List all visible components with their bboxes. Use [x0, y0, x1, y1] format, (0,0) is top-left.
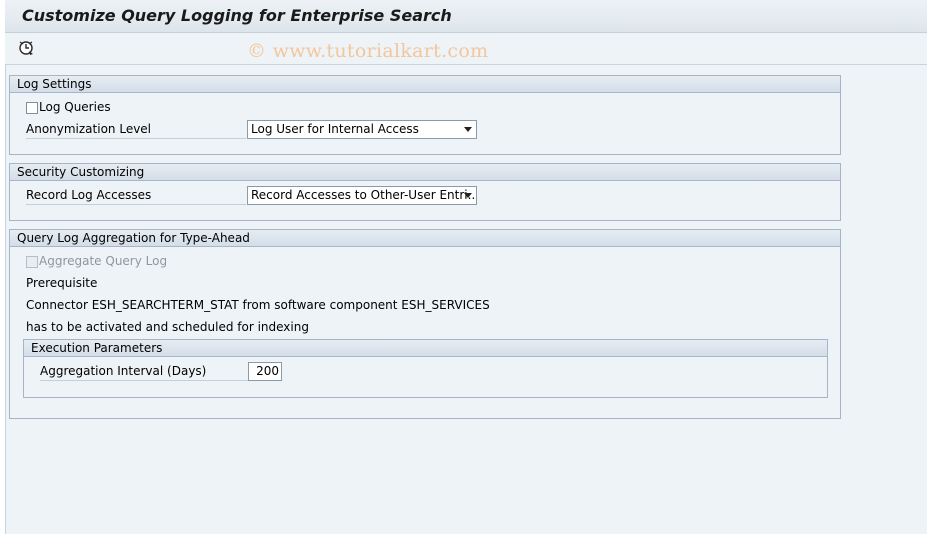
log-queries-label: Log Queries [39, 100, 111, 114]
chevron-down-icon [464, 193, 472, 198]
watermark: © www.tutorialkart.com [247, 40, 489, 62]
aggregate-query-log-label: Aggregate Query Log [39, 254, 168, 268]
aggregation-interval-input[interactable]: 200 [248, 362, 282, 381]
query-log-aggregation-header: Query Log Aggregation for Type-Ahead [10, 230, 840, 247]
log-settings-group: Log Settings Log Queries Anonymization L… [9, 75, 841, 155]
anonymization-level-dropdown[interactable]: Log User for Internal Access [247, 120, 477, 139]
chevron-down-icon [464, 127, 472, 132]
anonymization-level-label: Anonymization Level [26, 122, 246, 139]
aggregation-interval-label: Aggregation Interval (Days) [40, 364, 248, 381]
record-log-accesses-label: Record Log Accesses [26, 188, 246, 205]
execution-parameters-header: Execution Parameters [24, 340, 827, 357]
execute-clock-icon[interactable] [17, 39, 35, 57]
execution-parameters-group: Execution Parameters Aggregation Interva… [23, 339, 828, 398]
connector-text: Connector ESH_SEARCHTERM_STAT from softw… [26, 298, 490, 312]
security-customizing-group: Security Customizing Record Log Accesses… [9, 163, 841, 221]
prerequisite-text: Prerequisite [26, 276, 98, 290]
record-log-accesses-value: Record Accesses to Other-User Entri... [251, 188, 477, 202]
activation-text: has to be activated and scheduled for in… [26, 320, 309, 334]
anonymization-level-value: Log User for Internal Access [251, 122, 419, 136]
title-bar: Customize Query Logging for Enterprise S… [5, 0, 927, 33]
query-log-aggregation-group: Query Log Aggregation for Type-Ahead Agg… [9, 229, 841, 419]
log-settings-header: Log Settings [10, 76, 840, 93]
aggregate-query-log-checkbox [26, 256, 38, 268]
log-queries-checkbox[interactable] [26, 102, 38, 114]
record-log-accesses-dropdown[interactable]: Record Accesses to Other-User Entri... [247, 186, 477, 205]
security-customizing-header: Security Customizing [10, 164, 840, 181]
page-title: Customize Query Logging for Enterprise S… [22, 6, 452, 25]
